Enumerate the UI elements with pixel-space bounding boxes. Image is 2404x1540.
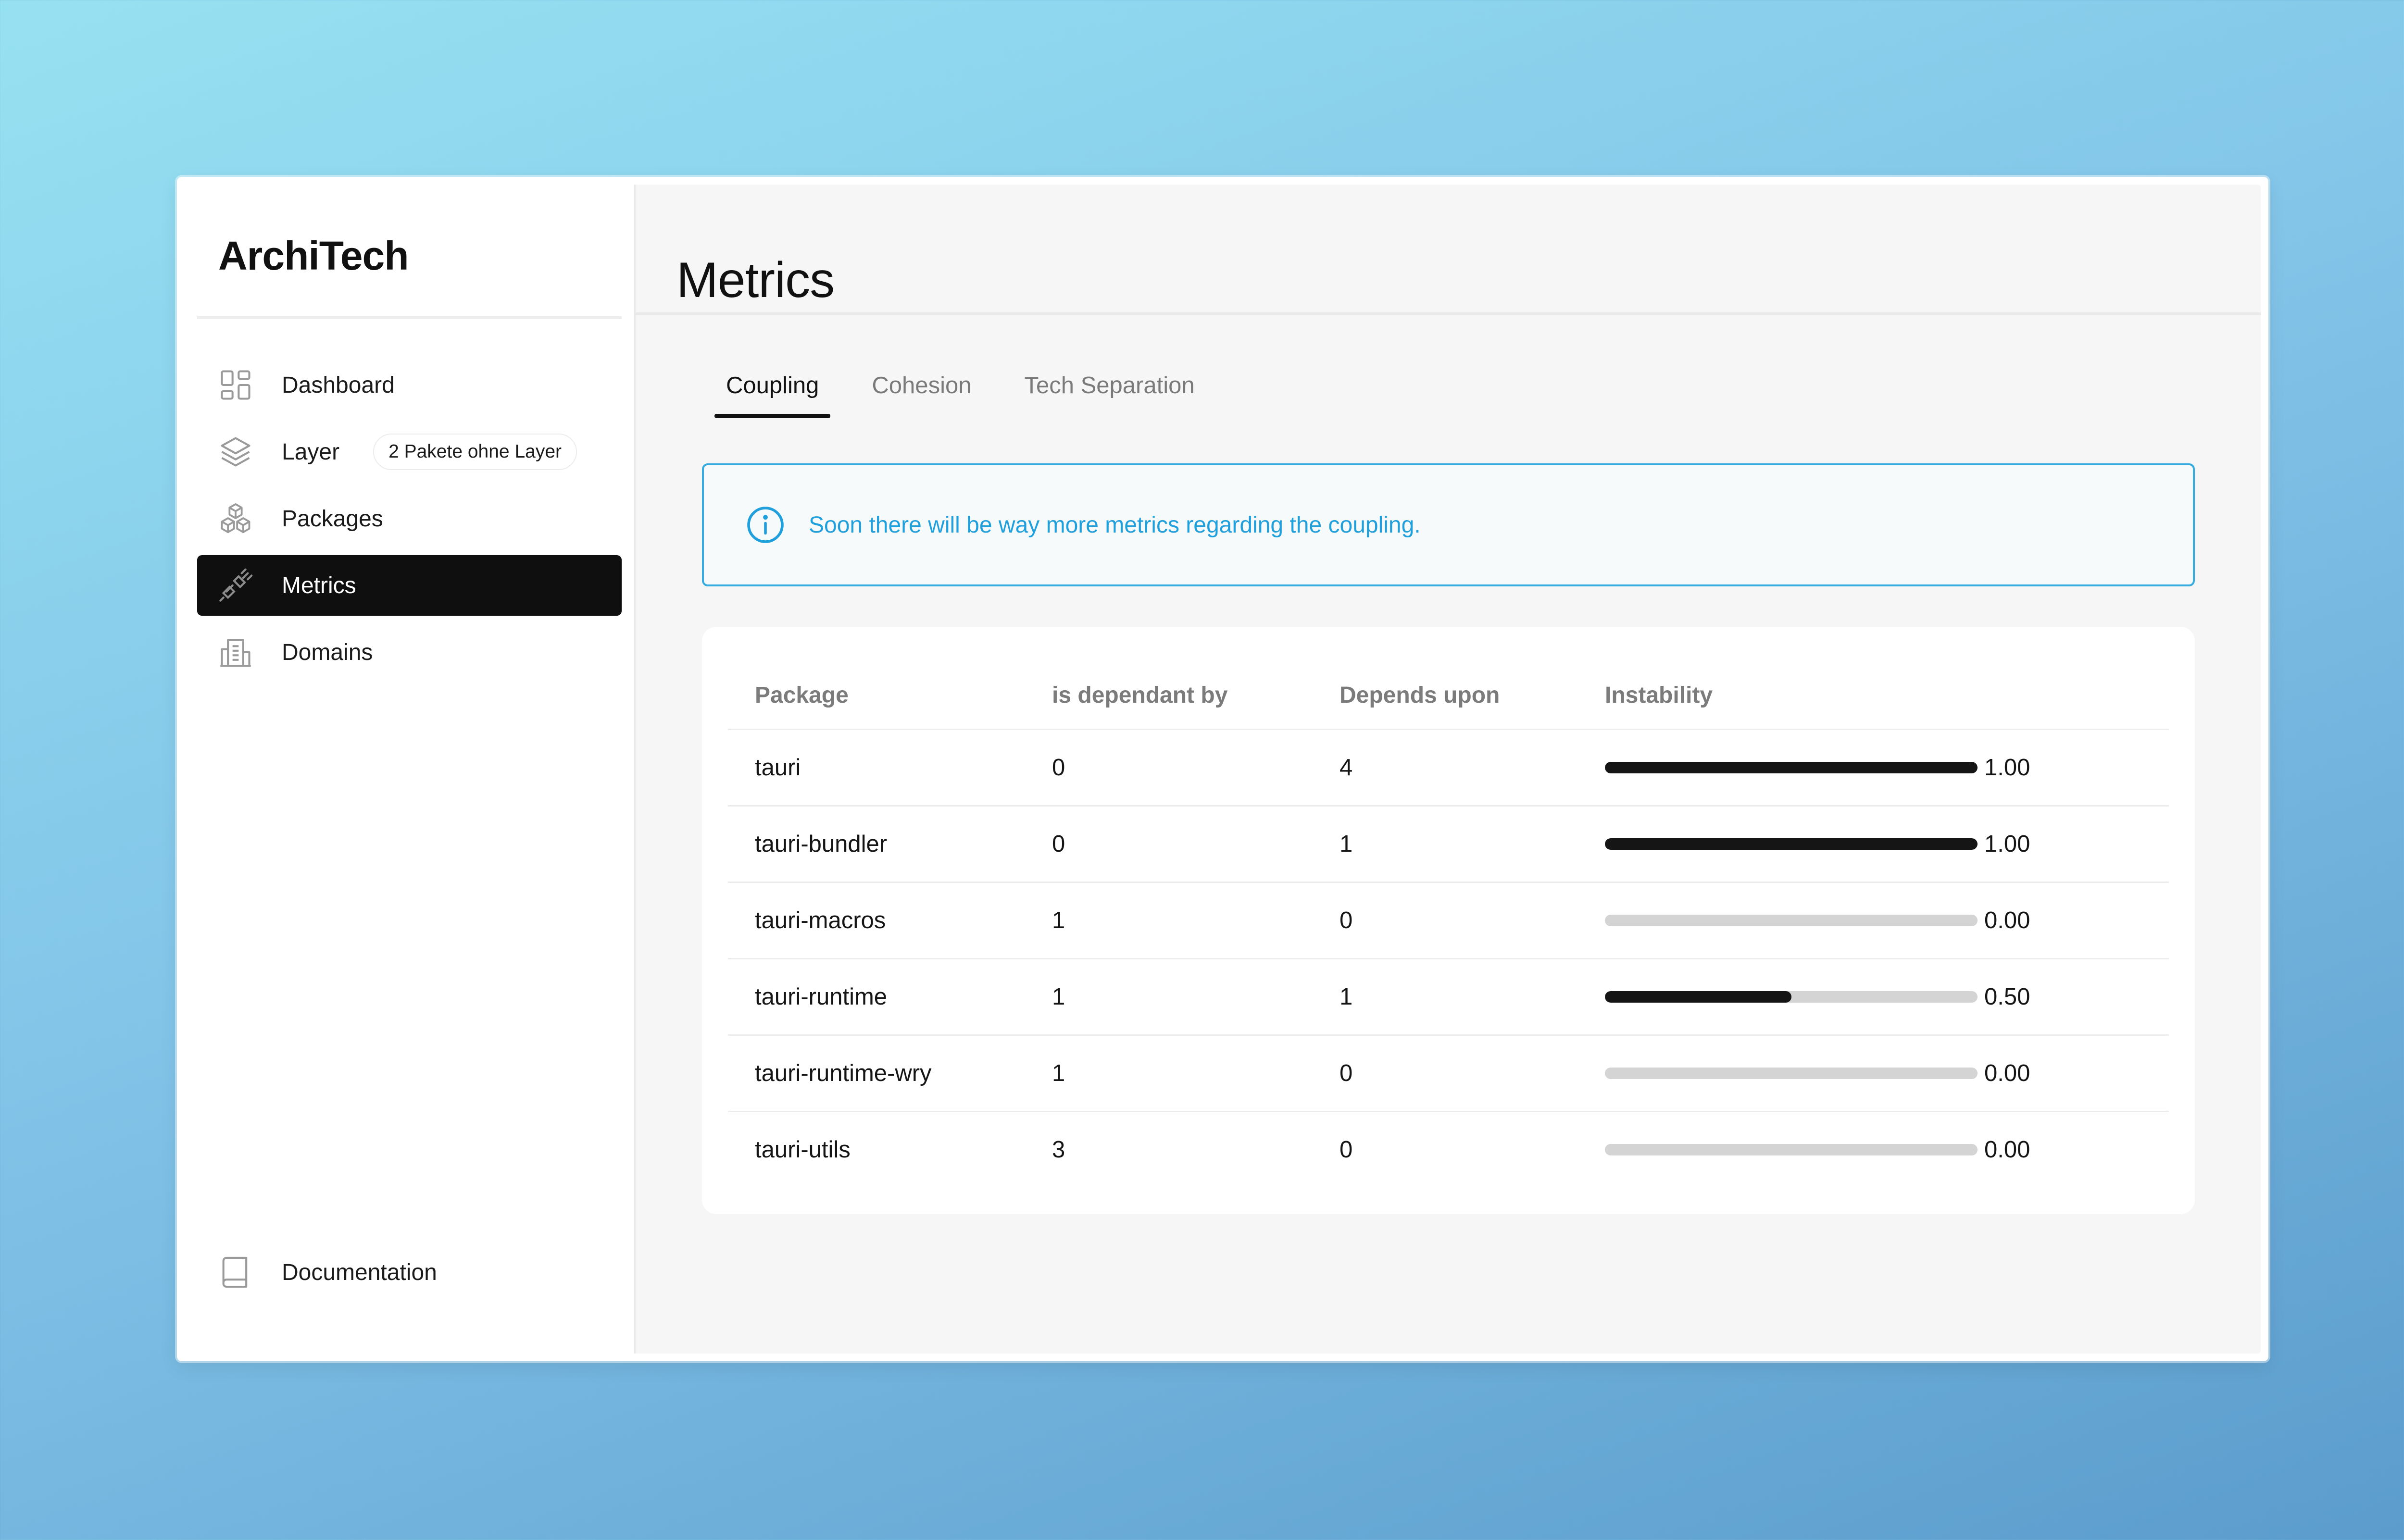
table-row: tauri-bundler 0 1 1.00 — [728, 806, 2169, 883]
main-content: Metrics Coupling Cohesion Tech Separatio… — [636, 185, 2261, 1354]
instability-bar — [1605, 838, 1978, 850]
coupling-table: Package is dependant by Depends upon Ins… — [728, 661, 2169, 1187]
package-name-cell: tauri — [728, 729, 1025, 807]
instability-cell: 0.00 — [1578, 1112, 2169, 1188]
instability-bar-fill — [1605, 762, 1978, 773]
sidebar: ArchiTech Dashboard Layer 2 Pakete ohne … — [185, 185, 636, 1354]
brand-logo: ArchiTech — [218, 233, 409, 278]
package-name-cell: tauri-macros — [728, 882, 1025, 959]
dependant-by-cell: 1 — [1025, 882, 1313, 959]
info-alert: Soon there will be way more metrics rega… — [702, 463, 2195, 586]
building-icon — [216, 633, 255, 671]
sidebar-item-label: Packages — [282, 506, 383, 532]
instability-bar — [1605, 1144, 1978, 1155]
instability-cell: 1.00 — [1578, 806, 2169, 883]
dependant-by-cell: 0 — [1025, 729, 1313, 807]
dependant-by-cell: 3 — [1052, 1137, 1065, 1163]
depends-upon-cell: 1 — [1313, 958, 1578, 1036]
instability-cell: 0.00 — [1578, 1035, 2169, 1112]
package-name-cell: tauri-utils — [755, 1137, 851, 1163]
sidebar-item-dashboard[interactable]: Dashboard — [197, 355, 622, 415]
sidebar-item-domains[interactable]: Domains — [197, 622, 622, 683]
dependant-by-cell: 1 — [1025, 1035, 1313, 1112]
column-header-depends-upon[interactable]: Depends upon — [1313, 661, 1578, 730]
instability-value: 0.00 — [1984, 1060, 2030, 1086]
package-name-cell: tauri-runtime-wry — [728, 1035, 1025, 1112]
table-row: tauri-macros 1 0 0.00 — [728, 882, 2169, 959]
instability-value: 0.00 — [1984, 907, 2030, 933]
sidebar-divider — [197, 316, 622, 319]
column-header-instability[interactable]: Instability — [1578, 661, 2169, 730]
instability-cell: 0.00 — [1578, 882, 2169, 959]
info-circle-icon — [745, 505, 786, 545]
app-frame: ArchiTech Dashboard Layer 2 Pakete ohne … — [185, 185, 2261, 1354]
depends-upon-cell: 4 — [1313, 729, 1578, 807]
cubes-icon — [216, 499, 255, 538]
tab-coupling[interactable]: Coupling — [714, 372, 831, 418]
sidebar-item-layer[interactable]: Layer 2 Pakete ohne Layer — [197, 422, 622, 482]
tab-bar: Coupling Cohesion Tech Separation — [714, 372, 1236, 418]
table-row: tauri-runtime-wry 1 0 0.00 — [728, 1035, 2169, 1112]
page-title: Metrics — [676, 252, 835, 308]
sidebar-item-label: Layer — [282, 439, 340, 465]
table-row: tauri 0 4 1.00 — [728, 729, 2169, 807]
sidebar-item-label: Domains — [282, 639, 373, 665]
header-divider — [636, 312, 2261, 315]
sidebar-item-documentation[interactable]: Documentation — [197, 1242, 622, 1303]
package-name-cell: tauri-runtime — [728, 958, 1025, 1036]
instability-cell: 0.50 — [1578, 958, 2169, 1036]
column-header-package[interactable]: Package — [728, 661, 1025, 730]
instability-bar — [1605, 915, 1978, 926]
layers-icon — [216, 433, 255, 471]
instability-value: 0.00 — [1984, 1137, 2030, 1163]
instability-bar — [1605, 1068, 1978, 1079]
book-icon — [216, 1253, 255, 1292]
depends-upon-cell: 1 — [1313, 806, 1578, 883]
dependant-by-cell: 0 — [1025, 806, 1313, 883]
instability-value: 1.00 — [1984, 755, 2030, 781]
dashboard-grid-icon — [216, 366, 255, 404]
depends-upon-cell: 0 — [1340, 1137, 1353, 1163]
tab-tech-separation[interactable]: Tech Separation — [1013, 372, 1206, 418]
instability-value: 1.00 — [1984, 831, 2030, 857]
sidebar-item-label: Metrics — [282, 572, 356, 598]
table-row: tauri-runtime 1 1 0.50 — [728, 958, 2169, 1036]
instability-bar — [1605, 762, 1978, 773]
depends-upon-cell: 0 — [1313, 1035, 1578, 1112]
app-window: ArchiTech Dashboard Layer 2 Pakete ohne … — [177, 177, 2268, 1361]
table-row: tauri-utils 3 0 0.00 — [728, 1112, 2169, 1188]
sidebar-nav: Dashboard Layer 2 Pakete ohne Layer Pack… — [197, 355, 622, 689]
sidebar-item-label: Documentation — [282, 1259, 437, 1285]
sidebar-item-metrics[interactable]: Metrics — [197, 555, 622, 616]
column-header-dependant-by[interactable]: is dependant by — [1025, 661, 1313, 730]
depends-upon-cell: 0 — [1313, 882, 1578, 959]
package-name-cell: tauri-bundler — [728, 806, 1025, 883]
instability-bar-fill — [1605, 838, 1978, 850]
sidebar-item-packages[interactable]: Packages — [197, 488, 622, 549]
tab-cohesion[interactable]: Cohesion — [860, 372, 983, 418]
dependant-by-cell: 1 — [1025, 958, 1313, 1036]
metrics-table-card: Package is dependant by Depends upon Ins… — [702, 627, 2195, 1214]
sidebar-footer: Documentation — [197, 1242, 622, 1309]
plug-icon — [216, 566, 255, 605]
table-body: tauri 0 4 1.00 tauri-bundler 0 1 1.00 tauri-macr… — [728, 729, 2169, 1188]
layer-warning-badge: 2 Pakete ohne Layer — [373, 434, 577, 470]
sidebar-item-label: Dashboard — [282, 372, 395, 398]
table-header-row: Package is dependant by Depends upon Ins… — [728, 661, 2169, 730]
instability-bar — [1605, 991, 1978, 1003]
instability-cell: 1.00 — [1578, 729, 2169, 807]
info-message: Soon there will be way more metrics rega… — [809, 512, 1421, 538]
instability-bar-fill — [1605, 991, 1791, 1003]
instability-value: 0.50 — [1984, 984, 2030, 1010]
